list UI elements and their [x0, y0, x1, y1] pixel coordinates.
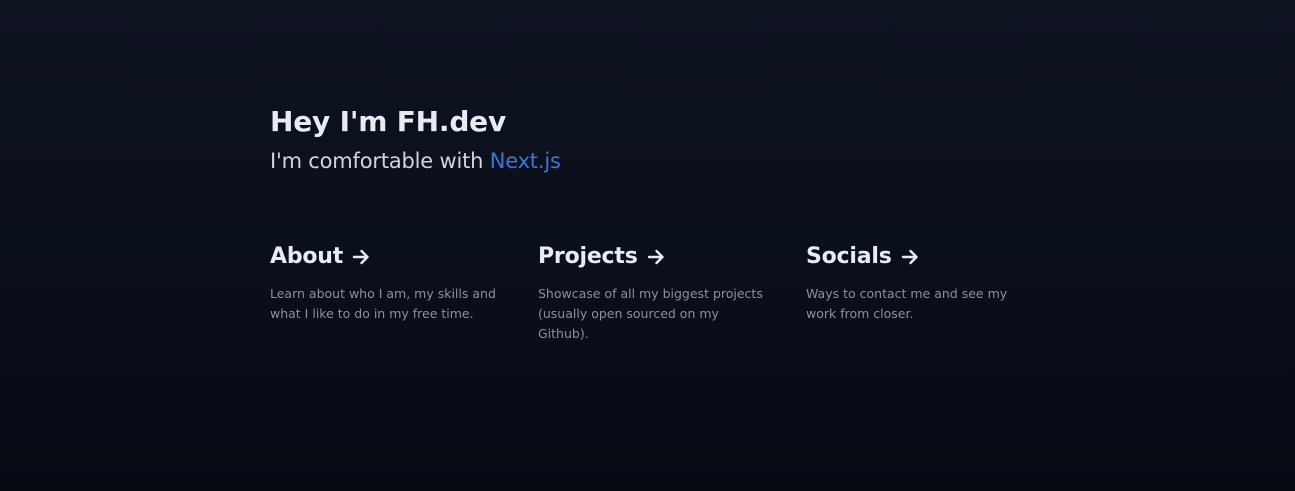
card-title[interactable]: Socials	[806, 241, 1074, 273]
arrow-right-icon	[352, 249, 369, 265]
card-description: Showcase of all my biggest projects (usu…	[538, 286, 763, 341]
card-title[interactable]: Projects	[538, 241, 806, 273]
hero-subtitle-prefix: I'm comfortable with	[270, 149, 490, 173]
card-title-label: Socials	[806, 244, 892, 269]
main-content: Hey I'm FH.dev I'm comfortable with Next…	[270, 104, 1030, 341]
card-about[interactable]: About Learn about who I am, my skills an…	[270, 241, 538, 344]
arrow-right-icon	[901, 249, 918, 265]
arrow-right-icon	[647, 249, 664, 265]
card-title-label: About	[270, 244, 344, 269]
card-title[interactable]: About	[270, 241, 538, 273]
card-title-label: Projects	[538, 244, 638, 269]
hero-tech-link[interactable]: Next.js	[490, 149, 561, 173]
page-title: Hey I'm FH.dev	[270, 105, 507, 138]
card-description: Ways to contact me and see my work from …	[806, 286, 1008, 321]
nav-cards: About Learn about who I am, my skills an…	[270, 241, 1074, 344]
card-description: Learn about who I am, my skills and what…	[270, 286, 496, 321]
hero-subtitle: I'm comfortable with Next.js	[270, 146, 1030, 176]
card-socials[interactable]: Socials Ways to contact me and see my wo…	[806, 241, 1074, 344]
card-projects[interactable]: Projects Showcase of all my biggest proj…	[538, 241, 806, 344]
